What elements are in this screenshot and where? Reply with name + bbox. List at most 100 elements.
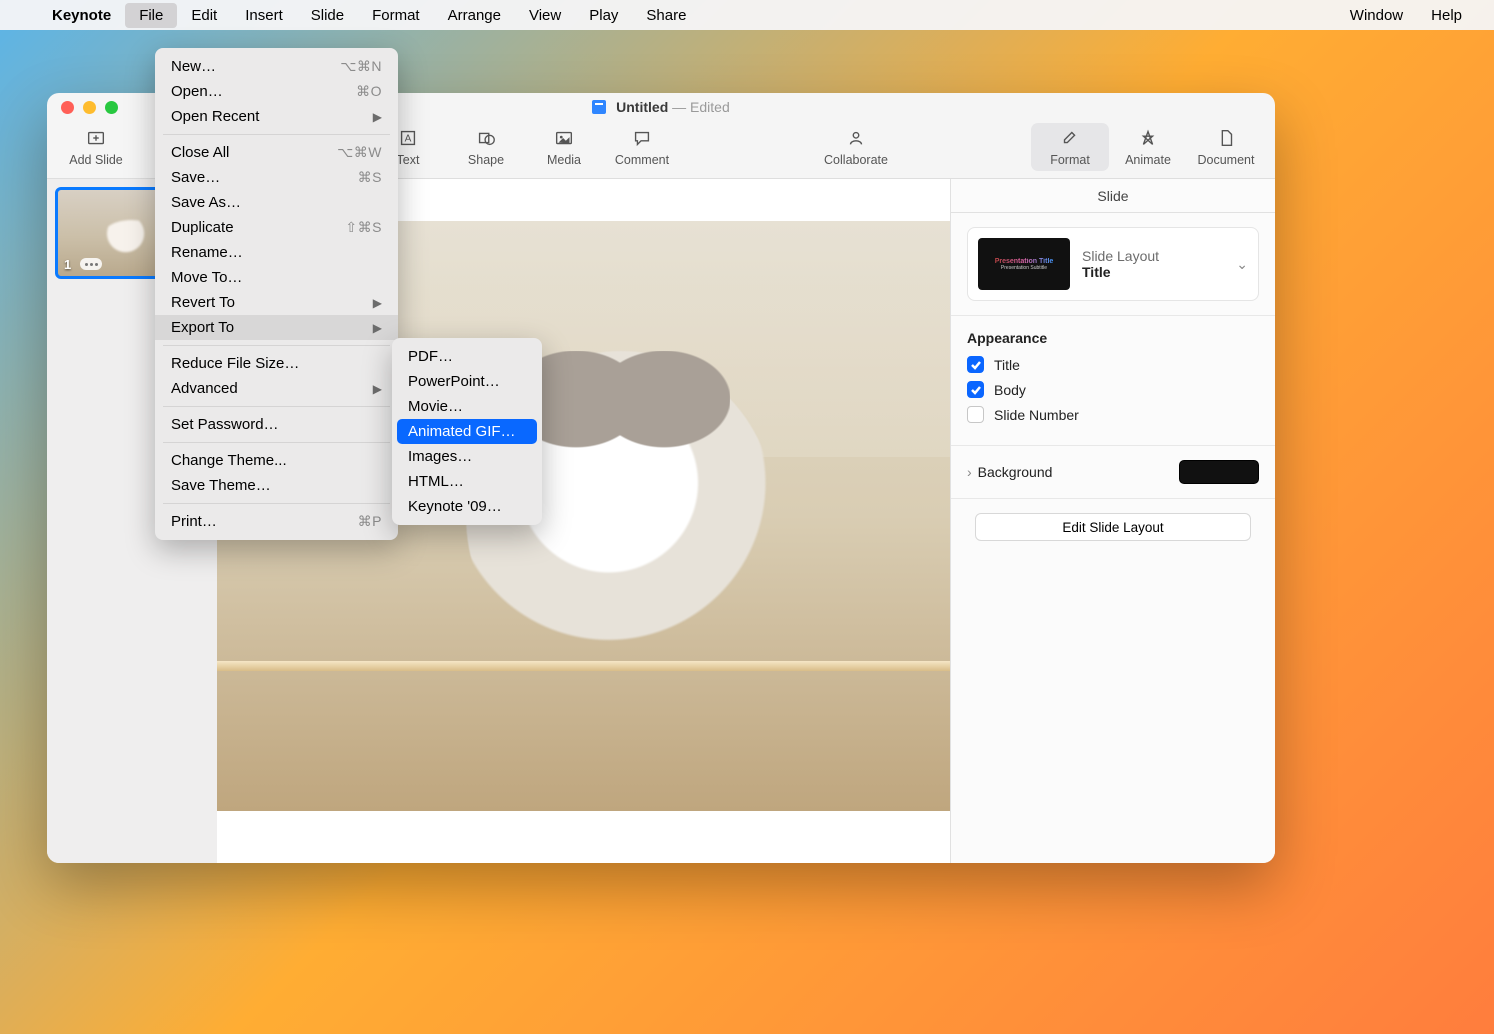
slide-layout-selector[interactable]: Presentation TitlePresentation Subtitle …: [967, 227, 1259, 301]
shortcut: ⌘O: [356, 83, 382, 100]
toolbar-label: Shape: [468, 153, 504, 167]
layout-value: Title: [1082, 264, 1224, 280]
menu-item-label: Save Theme…: [171, 477, 271, 494]
submenu-item-pdf[interactable]: PDF…: [392, 344, 542, 369]
menu-item-close-all[interactable]: Close All⌥⌘W: [155, 140, 398, 165]
edit-slide-layout-button[interactable]: Edit Slide Layout: [975, 513, 1251, 541]
toolbar-label: Add Slide: [69, 153, 123, 167]
menubar-edit[interactable]: Edit: [177, 3, 231, 28]
submenu-arrow-icon: ▶: [373, 296, 382, 310]
submenu-item-movie[interactable]: Movie…: [392, 394, 542, 419]
format-button[interactable]: Format: [1031, 123, 1109, 171]
menubar-arrange[interactable]: Arrange: [434, 3, 515, 28]
menubar-share[interactable]: Share: [632, 3, 700, 28]
window-status: — Edited: [672, 99, 730, 115]
menubar-view[interactable]: View: [515, 3, 575, 28]
menu-item-print[interactable]: Print… ⌘P: [155, 509, 398, 534]
menu-item-set-password[interactable]: Set Password…: [155, 412, 398, 437]
inspector-tab-slide[interactable]: Slide: [951, 179, 1275, 213]
system-menubar: Keynote File Edit Insert Slide Format Ar…: [0, 0, 1494, 30]
menu-item-label: Revert To: [171, 294, 235, 311]
menu-item-open[interactable]: Open…⌘O: [155, 79, 398, 104]
menu-item-label: Save As…: [171, 194, 241, 211]
chevron-down-icon: ⌄: [1236, 256, 1248, 273]
menubar-play[interactable]: Play: [575, 3, 632, 28]
menubar-app[interactable]: Keynote: [38, 3, 125, 28]
submenu-arrow-icon: ▶: [373, 321, 382, 335]
checkbox-label: Slide Number: [994, 407, 1079, 423]
media-button[interactable]: Media: [525, 127, 603, 167]
toolbar-label: Animate: [1125, 153, 1171, 167]
menu-item-label: HTML…: [408, 473, 464, 490]
menu-item-advanced[interactable]: Advanced ▶: [155, 376, 398, 401]
menubar-help[interactable]: Help: [1417, 3, 1476, 28]
comment-button[interactable]: Comment: [603, 127, 681, 167]
svg-text:A: A: [405, 133, 412, 144]
shortcut: ⌥⌘N: [340, 58, 382, 75]
menu-item-label: Animated GIF…: [408, 423, 516, 440]
slide-options-icon[interactable]: [80, 258, 102, 270]
menu-item-label: Save…: [171, 169, 220, 186]
menu-item-label: Reduce File Size…: [171, 355, 299, 372]
checkbox-label: Body: [994, 382, 1026, 398]
layout-thumbnail: Presentation TitlePresentation Subtitle: [978, 238, 1070, 290]
menu-item-label: Duplicate: [171, 219, 234, 236]
menu-item-duplicate[interactable]: Duplicate⇧⌘S: [155, 215, 398, 240]
submenu-item-images[interactable]: Images…: [392, 444, 542, 469]
submenu-item-keynote-09[interactable]: Keynote '09…: [392, 494, 542, 519]
background-color-swatch[interactable]: [1179, 460, 1259, 484]
menu-item-rename[interactable]: Rename…: [155, 240, 398, 265]
menubar-file[interactable]: File: [125, 3, 177, 28]
menu-item-label: Export To: [171, 319, 234, 336]
toolbar-label: Comment: [615, 153, 669, 167]
toolbar-label: Collaborate: [824, 153, 888, 167]
menu-item-label: Advanced: [171, 380, 238, 397]
toolbar-label: Document: [1198, 153, 1255, 167]
menu-item-label: Change Theme...: [171, 452, 287, 469]
menu-item-label: Open Recent: [171, 108, 259, 125]
document-icon: [592, 100, 606, 114]
menu-item-new[interactable]: New… ⌥⌘N: [155, 54, 398, 79]
shortcut: ⌘P: [358, 513, 382, 530]
toolbar-label: Format: [1050, 153, 1090, 167]
document-button[interactable]: Document: [1187, 127, 1265, 167]
collaborate-button[interactable]: Collaborate: [817, 127, 895, 167]
shape-button[interactable]: Shape: [447, 127, 525, 167]
checkbox-body[interactable]: Body: [967, 381, 1259, 398]
disclosure-icon: ›: [967, 464, 972, 480]
animate-button[interactable]: Animate: [1109, 127, 1187, 167]
submenu-arrow-icon: ▶: [373, 382, 382, 396]
submenu-item-powerpoint[interactable]: PowerPoint…: [392, 369, 542, 394]
menu-item-move-to[interactable]: Move To…: [155, 265, 398, 290]
add-slide-button[interactable]: Add Slide: [57, 127, 135, 167]
menu-item-save[interactable]: Save…⌘S: [155, 165, 398, 190]
menubar-format[interactable]: Format: [358, 3, 434, 28]
menubar-insert[interactable]: Insert: [231, 3, 297, 28]
menu-item-open-recent[interactable]: Open Recent▶: [155, 104, 398, 129]
checkbox-title[interactable]: Title: [967, 356, 1259, 373]
slide-number: 1: [64, 257, 71, 272]
menubar-window[interactable]: Window: [1336, 3, 1417, 28]
menu-item-reduce-file-size[interactable]: Reduce File Size…: [155, 351, 398, 376]
menu-item-label: New…: [171, 58, 216, 75]
menu-item-revert-to[interactable]: Revert To ▶: [155, 290, 398, 315]
checkbox-slidenum[interactable]: Slide Number: [967, 406, 1259, 423]
menu-item-label: Rename…: [171, 244, 243, 261]
menu-item-label: Close All: [171, 144, 229, 161]
menu-item-change-theme[interactable]: Change Theme...: [155, 448, 398, 473]
checkbox-label: Title: [994, 357, 1020, 373]
toolbar-label: Media: [547, 153, 581, 167]
menu-item-label: Print…: [171, 513, 217, 530]
background-row[interactable]: › Background: [967, 460, 1259, 484]
submenu-item-html[interactable]: HTML…: [392, 469, 542, 494]
menu-item-save-theme[interactable]: Save Theme…: [155, 473, 398, 498]
menu-item-export-to[interactable]: Export To ▶: [155, 315, 398, 340]
checkbox-icon: [967, 381, 984, 398]
menubar-slide[interactable]: Slide: [297, 3, 358, 28]
background-label: Background: [978, 464, 1053, 480]
submenu-item-animated-gif[interactable]: Animated GIF…: [397, 419, 537, 444]
menu-item-label: Keynote '09…: [408, 498, 502, 515]
layout-label: Slide Layout: [1082, 248, 1224, 264]
menu-item-save-as[interactable]: Save As…: [155, 190, 398, 215]
menu-item-label: Images…: [408, 448, 472, 465]
